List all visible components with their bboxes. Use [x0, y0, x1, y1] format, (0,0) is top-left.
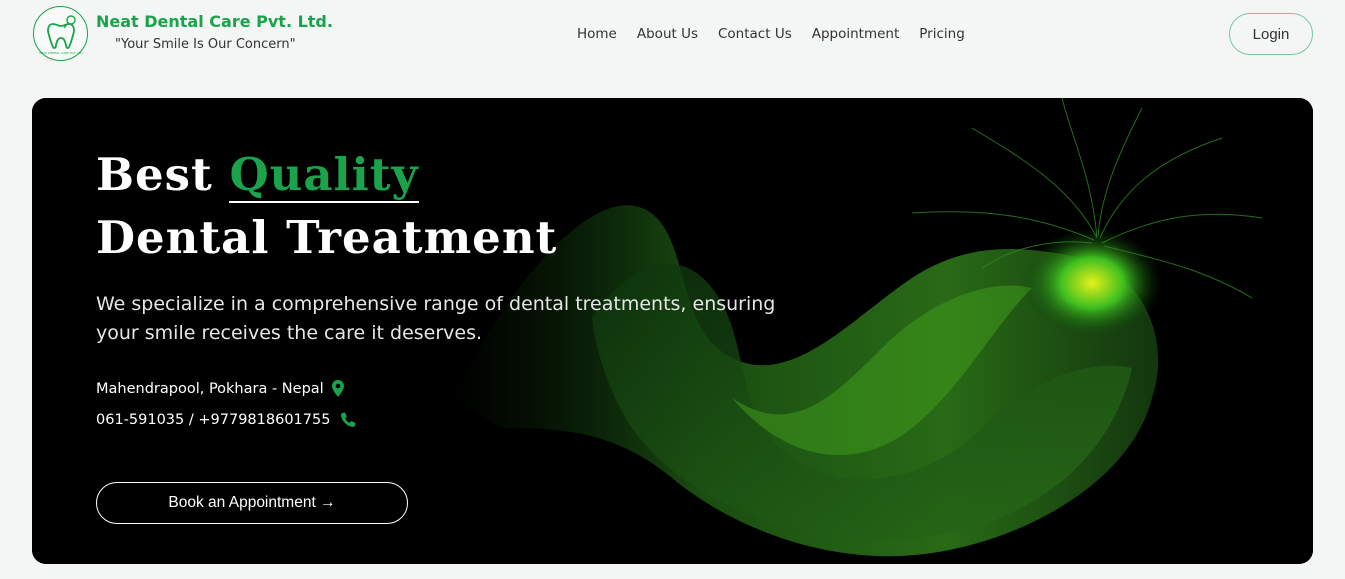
phone-icon [341, 412, 356, 428]
nav-home[interactable]: Home [577, 26, 617, 42]
site-header: NEAT DENTAL CARE PVT. LTD. Neat Dental C… [0, 0, 1345, 70]
nav-contact-us[interactable]: Contact Us [718, 26, 792, 42]
headline-accent: Quality [229, 148, 419, 203]
address-text: Mahendrapool, Pokhara - Nepal [96, 380, 324, 397]
logo-text: NEAT DENTAL CARE PVT. LTD. [39, 51, 83, 55]
brand-tagline: "Your Smile Is Our Concern" [115, 37, 296, 52]
map-pin-icon [331, 380, 344, 397]
address-line: Mahendrapool, Pokhara - Nepal [96, 380, 344, 397]
brand-logo[interactable]: NEAT DENTAL CARE PVT. LTD. [33, 6, 88, 61]
tooth-logo-icon: NEAT DENTAL CARE PVT. LTD. [39, 15, 84, 55]
nav-pricing[interactable]: Pricing [919, 26, 965, 42]
nav-appointment[interactable]: Appointment [812, 26, 900, 42]
hero-headline: Best Quality Dental Treatment [96, 143, 557, 269]
headline-prefix: Best [96, 148, 230, 201]
headline-line2: Dental Treatment [96, 211, 558, 264]
brand-name[interactable]: Neat Dental Care Pvt. Ltd. [96, 12, 333, 31]
book-appointment-button[interactable]: Book an Appointment → [96, 482, 408, 524]
phone-text[interactable]: 061-591035 / +9779818601755 [96, 412, 330, 428]
hero-description: We specialize in a comprehensive range o… [96, 293, 776, 344]
login-button[interactable]: Login [1229, 13, 1313, 55]
phone-line: 061-591035 / +9779818601755 [96, 412, 356, 428]
nav-about-us[interactable]: About Us [637, 26, 698, 42]
hero-banner: Best Quality Dental Treatment We special… [32, 98, 1313, 564]
main-nav: Home About Us Contact Us Appointment Pri… [577, 26, 965, 42]
